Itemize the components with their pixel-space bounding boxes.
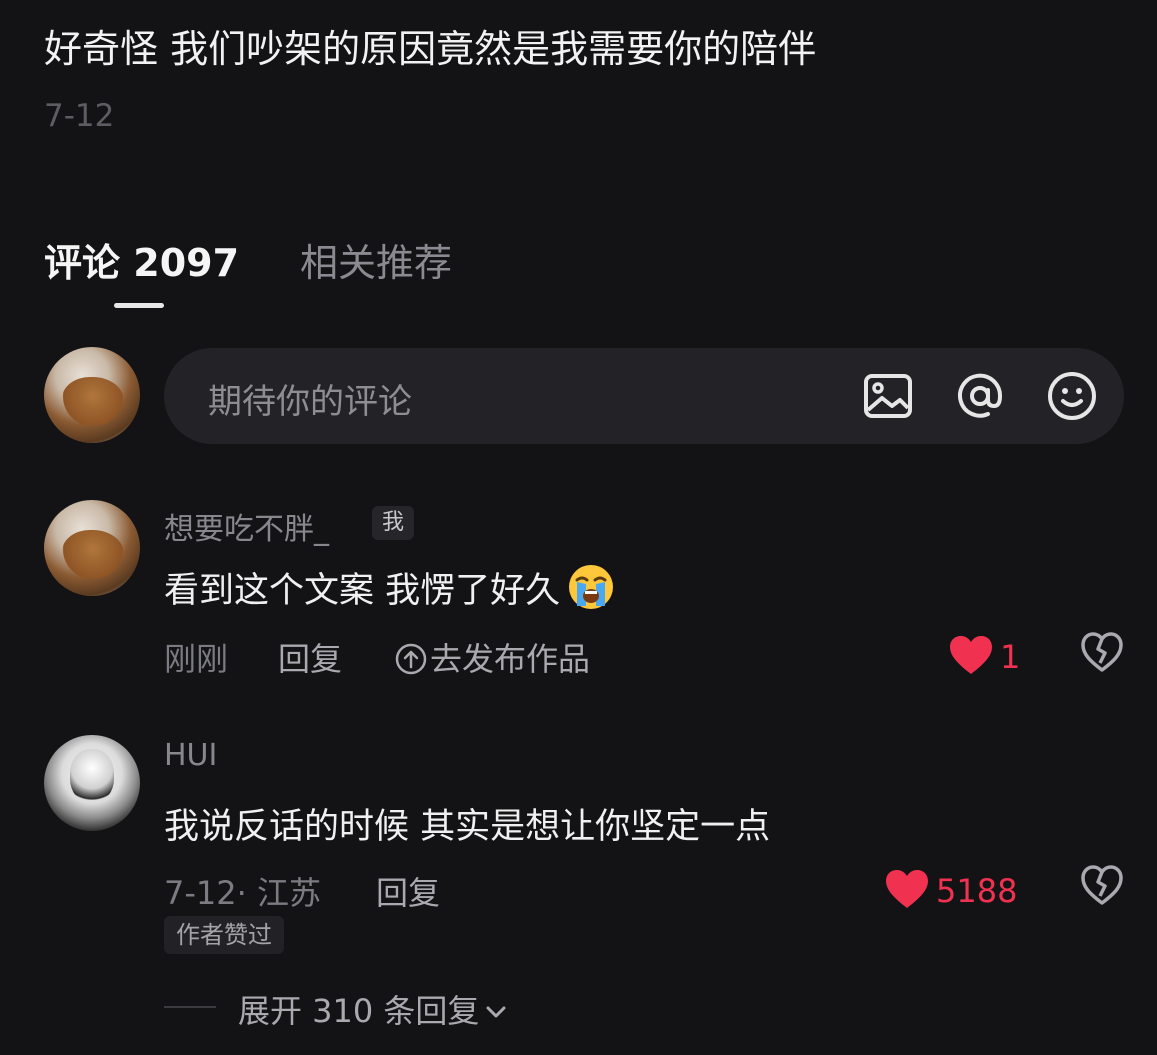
expand-replies-button[interactable]: 展开 310 条回复 xyxy=(238,986,509,1032)
tab-bar: 评论 2097 相关推荐 xyxy=(44,232,644,312)
comment-2-dislike-button[interactable] xyxy=(1080,864,1124,906)
author-liked-badge: 作者赞过 xyxy=(164,916,284,954)
upload-circle-icon xyxy=(395,643,427,675)
video-title: 好奇怪 我们吵架的原因竟然是我需要你的陪伴 xyxy=(44,27,817,71)
loudly-crying-face-icon xyxy=(566,562,616,612)
broken-heart-icon xyxy=(1081,632,1123,672)
comment-2-reply-button[interactable]: 回复 xyxy=(376,868,440,914)
expand-divider xyxy=(164,1006,216,1008)
expand-replies-label: 展开 310 条回复 xyxy=(238,992,480,1030)
comment-1-text: 看到这个文案 我愣了好久 xyxy=(164,562,616,613)
video-date: 7-12 xyxy=(44,98,115,134)
chevron-down-icon xyxy=(486,1006,506,1018)
comment-2-like-count: 5188 xyxy=(936,872,1018,910)
comments-page: 好奇怪 我们吵架的原因竟然是我需要你的陪伴 7-12 评论 2097 相关推荐 … xyxy=(0,0,1157,1055)
tab-related[interactable]: 相关推荐 xyxy=(300,232,452,287)
publish-work-button[interactable]: 去发布作品 xyxy=(394,634,590,680)
publish-work-label: 去发布作品 xyxy=(430,640,591,678)
comment-1-self-badge: 我 xyxy=(372,506,415,540)
emoji-icon[interactable] xyxy=(1046,370,1098,422)
comment-1-reply-button[interactable]: 回复 xyxy=(278,634,342,680)
comment-1-dislike-button[interactable] xyxy=(1080,631,1124,673)
current-user-avatar[interactable] xyxy=(44,347,140,443)
tab-comments-count: 2097 xyxy=(133,241,240,285)
comment-1-like-count: 1 xyxy=(1000,638,1021,676)
comment-1-time: 刚刚 xyxy=(164,640,229,678)
broken-heart-icon xyxy=(1081,865,1123,905)
tab-comments-label: 评论 xyxy=(44,241,121,285)
heart-filled-icon xyxy=(886,870,928,908)
comment-input-placeholder: 期待你的评论 xyxy=(208,382,412,422)
image-icon[interactable] xyxy=(862,370,914,422)
mention-icon[interactable] xyxy=(954,370,1006,422)
comment-1-username[interactable]: 想要吃不胖_ xyxy=(164,504,329,548)
active-tab-indicator xyxy=(114,303,164,308)
comment-2-time-location: 7-12· 江苏 xyxy=(164,874,321,912)
heart-filled-icon xyxy=(950,636,992,674)
comment-input[interactable]: 期待你的评论 xyxy=(164,348,1124,444)
comment-1-like-button[interactable]: 1 xyxy=(948,634,1020,676)
comment-2-username[interactable]: HUI xyxy=(164,738,217,773)
comment-2-text: 我说反话的时候 其实是想让你坚定一点 xyxy=(164,807,771,847)
comment-2-avatar[interactable] xyxy=(44,735,140,831)
comment-1-text-body: 看到这个文案 我愣了好久 xyxy=(164,571,561,611)
comment-1-avatar[interactable] xyxy=(44,500,140,596)
comment-2-like-button[interactable]: 5188 xyxy=(884,868,1017,910)
tab-comments[interactable]: 评论 2097 xyxy=(44,232,239,287)
